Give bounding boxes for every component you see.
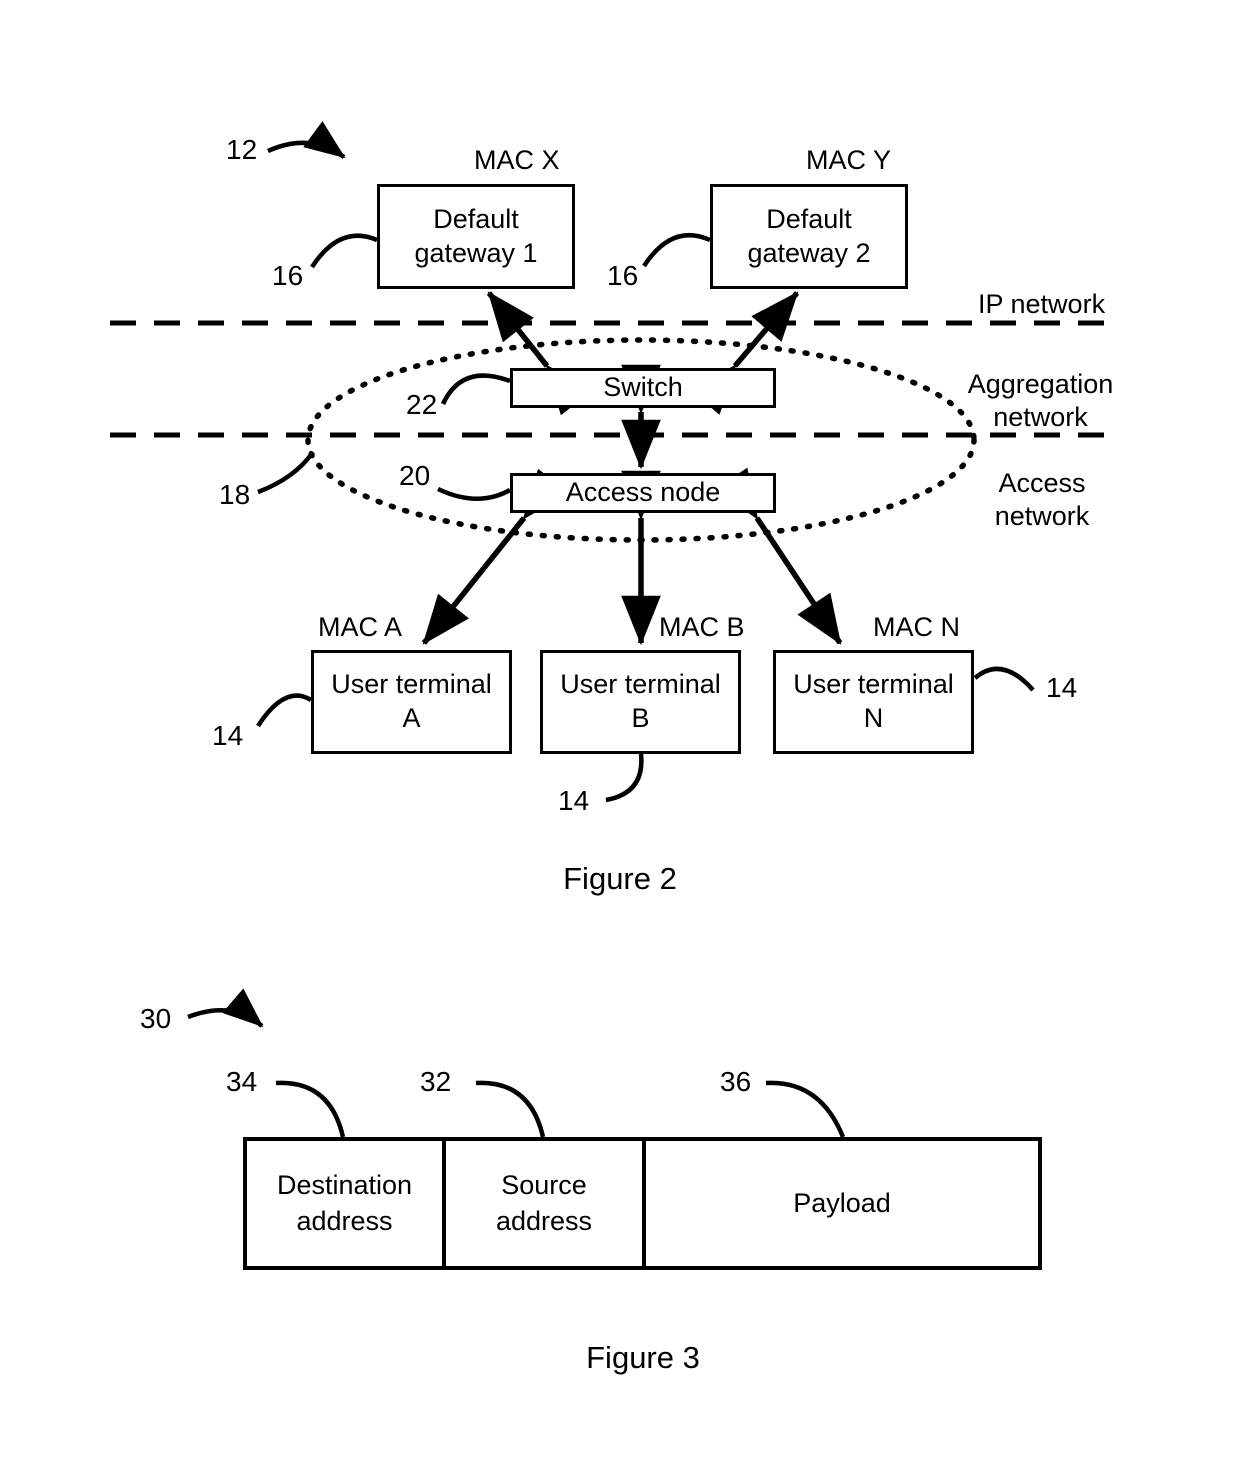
node-label: Access node xyxy=(565,477,721,508)
leader-14-a xyxy=(256,693,313,728)
ref-32-source-address: 32 xyxy=(420,1066,452,1097)
node-label: Default gateway 2 xyxy=(747,203,871,268)
node-box-user-terminal-n[interactable]: User terminal N xyxy=(773,650,974,754)
ref-16-gateway-2: 16 xyxy=(607,260,639,291)
leader-16-right xyxy=(642,232,711,268)
figure-2-caption: Figure 2 xyxy=(563,861,677,896)
zone-label-access-network: Access network xyxy=(994,468,1090,531)
ref-20-access-node: 20 xyxy=(399,460,431,491)
ref-14-terminal-b: 14 xyxy=(558,785,590,816)
figure-sheet: Default gateway 1 MAC X 16 Default gatew… xyxy=(0,0,1240,1460)
node-label: Switch xyxy=(603,372,683,403)
frame-field-payload[interactable]: Payload xyxy=(646,1141,1038,1266)
link-gateway1-switch xyxy=(486,291,592,416)
ref-14-terminal-n: 14 xyxy=(1046,672,1078,703)
link-accessnode-terminal-a xyxy=(421,468,570,645)
ref-36-payload: 36 xyxy=(720,1066,752,1097)
node-box-default-gateway-1[interactable]: Default gateway 1 xyxy=(377,184,575,289)
node-label: Default gateway 1 xyxy=(414,203,538,268)
node-box-default-gateway-2[interactable]: Default gateway 2 xyxy=(710,184,908,289)
link-gateway2-switch xyxy=(689,291,800,415)
leader-30 xyxy=(187,988,264,1028)
node-box-user-terminal-a[interactable]: User terminal A xyxy=(311,650,512,754)
leader-34 xyxy=(275,1080,346,1138)
mac-label-gateway-1: MAC X xyxy=(474,145,560,175)
leader-32 xyxy=(475,1080,546,1138)
frame-field-label: Source address xyxy=(495,1170,593,1236)
mac-label-terminal-n: MAC N xyxy=(873,612,960,642)
leader-12 xyxy=(267,121,346,159)
frame-field-label: Destination address xyxy=(276,1170,413,1236)
frame-field-source-address[interactable]: Source address xyxy=(446,1141,642,1266)
ref-22-switch: 22 xyxy=(406,389,438,420)
ref-34-destination-address: 34 xyxy=(226,1066,258,1097)
mac-label-terminal-b: MAC B xyxy=(659,612,745,642)
node-label: User terminal B xyxy=(560,669,721,733)
leader-18 xyxy=(257,450,315,495)
ref-30-frame: 30 xyxy=(140,1003,172,1034)
node-box-user-terminal-b[interactable]: User terminal B xyxy=(540,650,741,754)
leader-20 xyxy=(437,486,512,501)
ref-18-network: 18 xyxy=(219,479,251,510)
leader-16-left xyxy=(310,233,378,269)
frame-field-label: Payload xyxy=(793,1187,891,1218)
ref-14-terminal-a: 14 xyxy=(212,720,244,751)
node-box-switch[interactable]: Switch xyxy=(510,368,776,408)
node-label: User terminal A xyxy=(331,669,492,733)
ref-12-system: 12 xyxy=(226,134,258,165)
figure-3-caption: Figure 3 xyxy=(586,1340,700,1375)
node-box-access-node[interactable]: Access node xyxy=(510,473,776,513)
mac-label-gateway-2: MAC Y xyxy=(806,145,892,175)
leader-14-n xyxy=(973,666,1035,692)
node-label: User terminal N xyxy=(793,669,954,733)
frame-field-destination-address[interactable]: Destination address xyxy=(247,1141,442,1266)
mac-label-terminal-a: MAC A xyxy=(318,612,403,642)
zone-label-aggregation-network: Aggregation network xyxy=(967,369,1114,432)
zone-label-ip-network: IP network xyxy=(978,289,1106,319)
link-accessnode-terminal-n xyxy=(714,467,843,645)
leader-22 xyxy=(440,373,511,405)
leader-14-b xyxy=(605,753,644,803)
leader-36 xyxy=(765,1080,846,1138)
ref-16-gateway-1: 16 xyxy=(272,260,304,291)
